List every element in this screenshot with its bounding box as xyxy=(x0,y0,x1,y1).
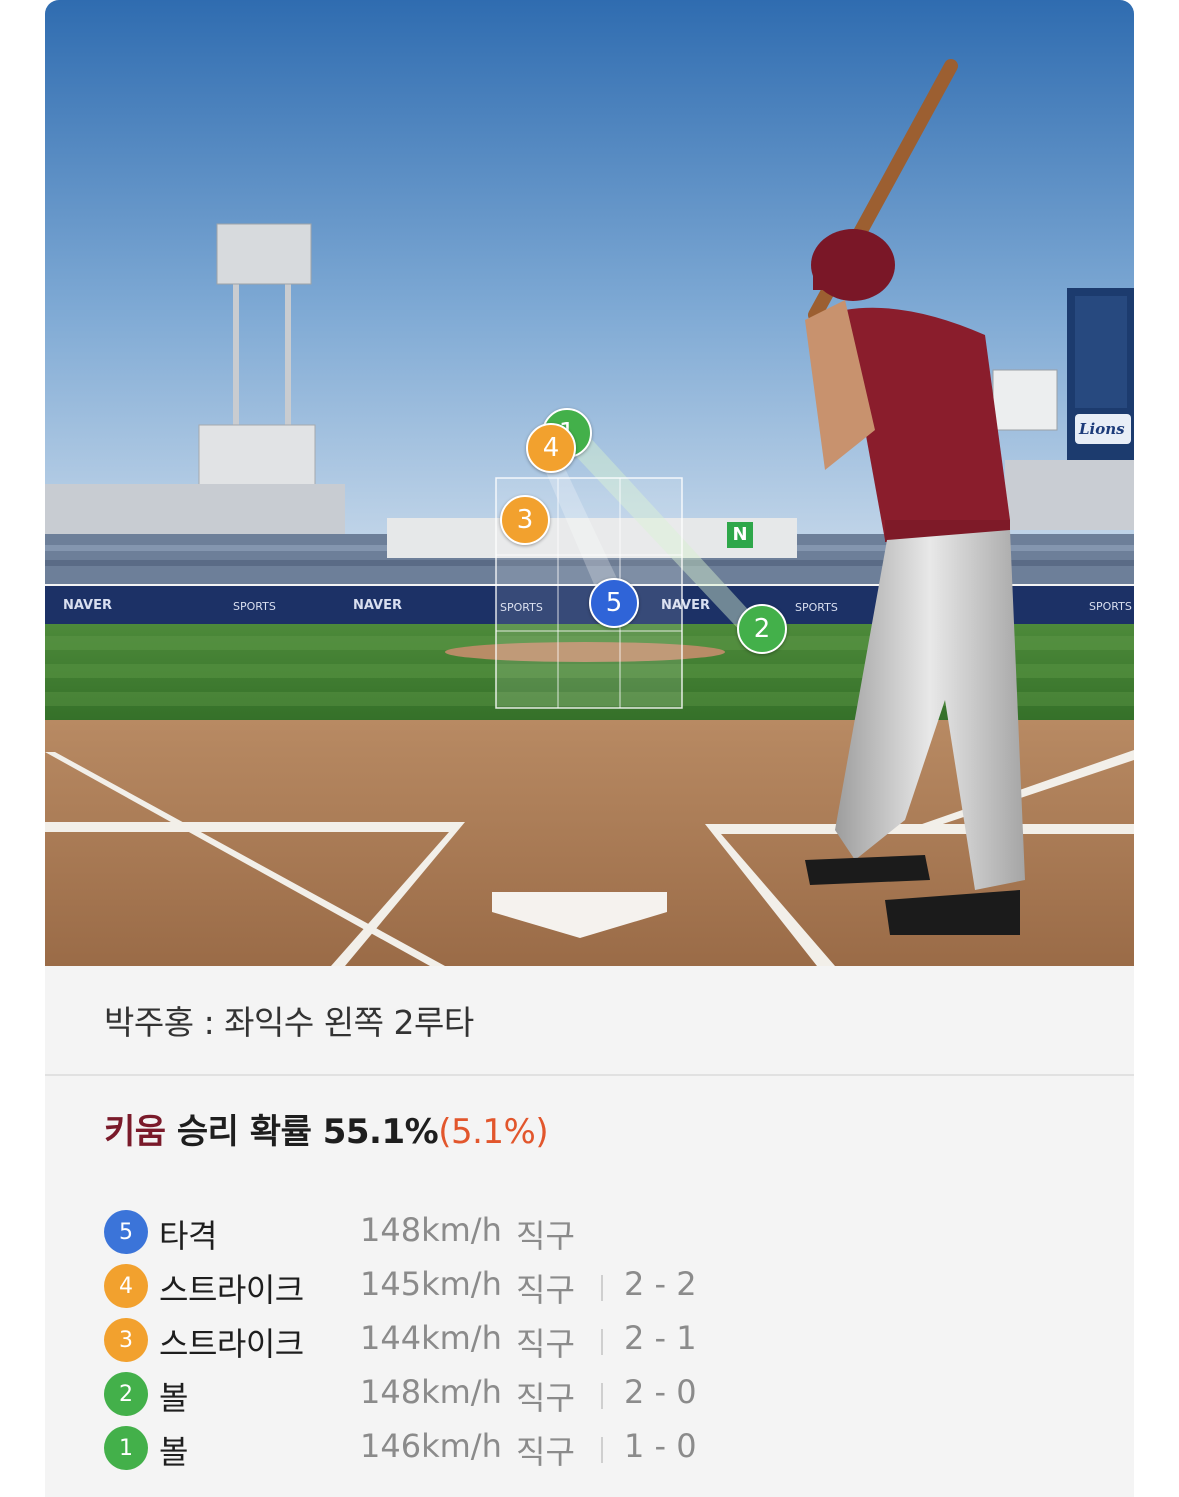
ball-strike-count: 2 - 0 xyxy=(624,1373,697,1411)
pitch-row[interactable]: 5 타격 148km/h 직구 xyxy=(104,1205,1004,1259)
pitch-number-badge: 1 xyxy=(104,1426,148,1470)
separator xyxy=(601,1437,603,1463)
pitch-number-badge: 3 xyxy=(104,1318,148,1362)
play-info-panel: 박주홍 : 좌익수 왼쪽 2루타 키움 승리 확률 55.1%(5.1%) 5 … xyxy=(45,966,1134,1497)
pitch-marker-5[interactable]: 5 xyxy=(589,578,639,628)
pitch-row[interactable]: 3 스트라이크 144km/h 직구 2 - 1 xyxy=(104,1313,1004,1367)
strike-zone xyxy=(495,432,765,709)
pitch-speed: 144km/h xyxy=(360,1319,502,1357)
pitch-result: 볼 xyxy=(159,1433,188,1471)
ball-strike-count: 1 - 0 xyxy=(624,1427,697,1465)
separator xyxy=(601,1329,603,1355)
pitch-tracker-card: NAVER SPORTS NAVER SPORTS NAVER SPORTS S… xyxy=(45,0,1134,1497)
separator xyxy=(601,1275,603,1301)
win-probability-value: 55.1% xyxy=(322,1112,439,1152)
pitch-list: 5 타격 148km/h 직구 4 스트라이크 145km/h 직구 2 - 2… xyxy=(104,1205,1004,1475)
pitch-speed: 148km/h xyxy=(360,1373,502,1411)
pitch-row[interactable]: 1 볼 146km/h 직구 1 - 0 xyxy=(104,1421,1004,1475)
strike-zone-scene: NAVER SPORTS NAVER SPORTS NAVER SPORTS S… xyxy=(45,0,1134,966)
ball-strike-count: 2 - 1 xyxy=(624,1319,697,1357)
win-probability-label: 승리 확률 xyxy=(176,1112,312,1152)
pitch-result: 스트라이크 xyxy=(159,1271,304,1309)
win-probability-team: 키움 xyxy=(104,1112,166,1152)
separator xyxy=(601,1383,603,1409)
pitch-marker-2[interactable]: 2 xyxy=(737,604,787,654)
pitch-row[interactable]: 2 볼 148km/h 직구 2 - 0 xyxy=(104,1367,1004,1421)
pitch-number-badge: 4 xyxy=(104,1264,148,1308)
pitch-speed: 145km/h xyxy=(360,1265,502,1303)
pitch-result: 볼 xyxy=(159,1379,188,1417)
pitch-result: 타격 xyxy=(159,1217,217,1255)
pitch-type: 직구 xyxy=(516,1325,575,1363)
pitch-number-badge: 2 xyxy=(104,1372,148,1416)
pitch-speed: 146km/h xyxy=(360,1427,502,1465)
pitch-speed: 148km/h xyxy=(360,1211,502,1249)
pitch-type: 직구 xyxy=(516,1433,575,1471)
pitch-type: 직구 xyxy=(516,1379,575,1417)
pitch-row[interactable]: 4 스트라이크 145km/h 직구 2 - 2 xyxy=(104,1259,1004,1313)
pitch-number-badge: 5 xyxy=(104,1210,148,1254)
pitch-type: 직구 xyxy=(516,1271,575,1309)
play-description: 박주홍 : 좌익수 왼쪽 2루타 xyxy=(104,1003,474,1042)
ball-strike-count: 2 - 2 xyxy=(624,1265,697,1303)
pitch-result: 스트라이크 xyxy=(159,1325,304,1363)
pitch-type: 직구 xyxy=(516,1217,575,1255)
divider xyxy=(45,1074,1134,1076)
pitch-marker-3[interactable]: 3 xyxy=(500,495,550,545)
win-probability: 키움 승리 확률 55.1%(5.1%) xyxy=(104,1104,549,1153)
pitch-marker-4[interactable]: 4 xyxy=(526,423,576,473)
win-probability-delta: (5.1%) xyxy=(438,1112,549,1152)
